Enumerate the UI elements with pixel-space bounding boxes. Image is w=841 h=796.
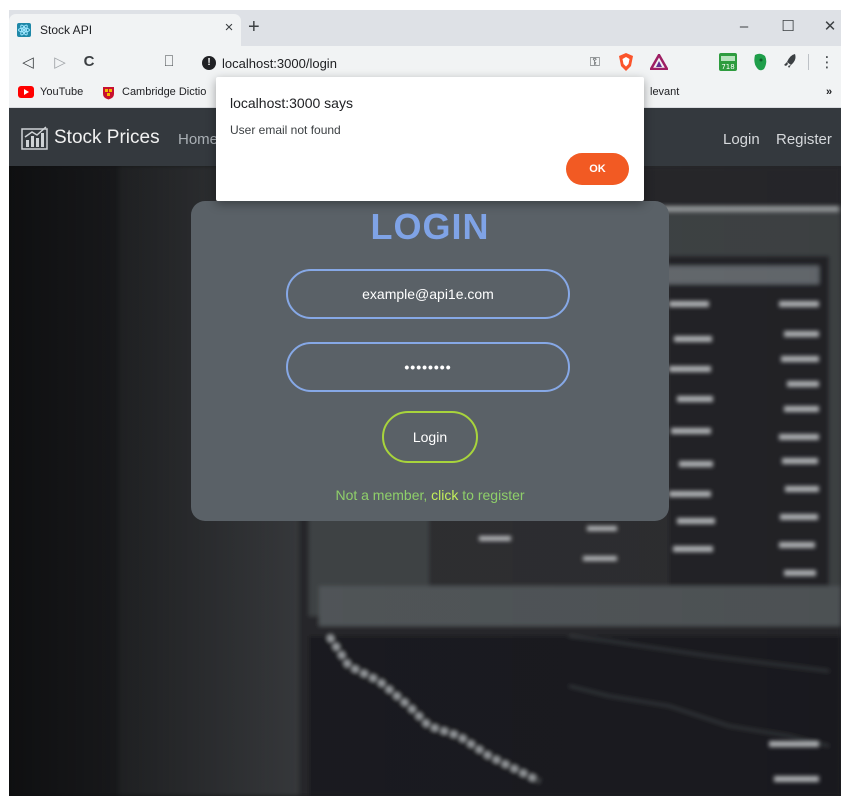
nav-register-link[interactable]: Register [776,131,832,148]
key-icon[interactable]: ⚿ [590,54,600,70]
register-prefix: Not a member, [335,487,432,503]
alert-title: localhost:3000 says [230,95,353,111]
site-info-icon[interactable]: ! [202,56,216,70]
reload-icon[interactable]: C [79,53,99,70]
email-field[interactable]: example@api1e.com [286,269,570,319]
address-bar[interactable]: ! localhost:3000/login ⚿ [162,51,684,77]
brave-rewards-icon[interactable] [650,54,668,70]
bookmarks-overflow-icon[interactable]: » [826,86,832,98]
cambridge-icon [103,87,114,100]
login-button[interactable]: Login [382,411,478,463]
alert-message: User email not found [230,123,341,137]
register-suffix: to register [458,487,525,503]
tab-strip: Stock API × + – ☐ ✕ [9,10,841,46]
minimize-icon[interactable]: – [724,14,764,40]
menu-icon[interactable]: ⋮ [817,53,837,71]
new-tab-icon[interactable]: + [248,16,260,38]
tab-title: Stock API [40,23,93,37]
url-text[interactable]: localhost:3000/login [222,56,337,71]
bookmark-youtube[interactable]: YouTube [40,86,83,98]
brand-name[interactable]: Stock Prices [54,127,160,149]
toolbar-divider [808,54,809,70]
back-icon[interactable]: ◁ [18,53,38,71]
nav-home-link[interactable]: Home [178,131,218,148]
toolbar: ◁ ▷ C ⎕ ! localhost:3000/login ⚿ 718 ⋮ [9,46,841,80]
alert-ok-button[interactable]: OK [566,153,629,185]
close-window-icon[interactable]: ✕ [810,14,841,40]
page-content: Stock Prices Home Login Register LOGIN e… [9,108,841,796]
react-icon [17,23,31,37]
tab-close-icon[interactable]: × [220,19,238,36]
chart-logo-icon[interactable] [20,123,50,153]
youtube-icon [18,86,34,98]
maximize-icon[interactable]: ☐ [768,14,808,40]
svg-text:718: 718 [721,63,734,71]
register-prompt: Not a member, click to register [191,487,669,503]
login-title: LOGIN [370,206,490,247]
tab-stock-api[interactable]: Stock API × [9,14,241,46]
extension-calendar-icon[interactable]: 718 [718,52,738,72]
rocket-icon[interactable] [781,52,799,72]
alert-dialog: localhost:3000 says User email not found… [216,77,644,201]
forward-icon[interactable]: ▷ [50,53,70,71]
bookmark-cambridge[interactable]: Cambridge Dictio [122,86,206,98]
browser-window: Stock API × + – ☐ ✕ ◁ ▷ C ⎕ ! localhost:… [9,10,841,796]
nav-login-link[interactable]: Login [723,131,760,148]
register-link[interactable]: click [431,487,458,503]
evernote-icon[interactable] [751,52,769,72]
login-card: LOGIN example@api1e.com •••••••• Login N… [191,201,669,521]
password-field[interactable]: •••••••• [286,342,570,392]
brave-shield-icon[interactable] [617,52,635,72]
bookmark-relevant[interactable]: levant [650,86,679,98]
